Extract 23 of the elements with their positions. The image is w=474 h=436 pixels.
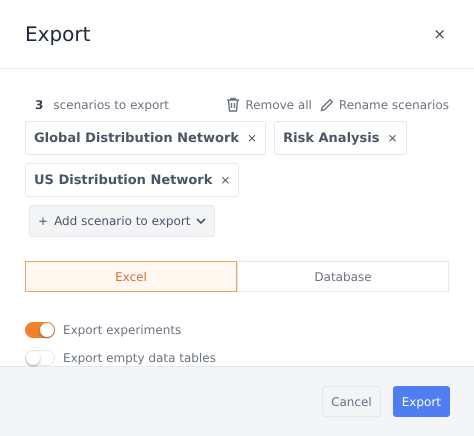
scenario-count: 3 (35, 98, 44, 112)
add-scenario-dropdown[interactable]: + Add scenario to export (29, 205, 216, 238)
scenario-name: Global Distribution Network (34, 130, 240, 146)
chevron-down-icon (196, 218, 206, 225)
close-button[interactable]: × (433, 25, 446, 43)
scenario-name: Risk Analysis (283, 130, 380, 146)
tab[interactable]: Database (237, 261, 449, 292)
toggle-label: Export empty data tables (63, 351, 216, 366)
cancel-button[interactable]: Cancel (322, 386, 381, 417)
remove-all-button[interactable]: Remove all (226, 97, 312, 112)
scenario-name: US Distribution Network (34, 172, 212, 188)
toggle-switch[interactable] (25, 322, 55, 338)
count-label: scenarios to export (53, 98, 169, 112)
trash-icon (226, 97, 240, 112)
dialog-title: Export (25, 22, 90, 46)
export-button[interactable]: Export (392, 386, 450, 417)
remove-button[interactable]: × (247, 131, 258, 146)
remove-button[interactable]: × (387, 131, 398, 146)
pencil-icon (320, 98, 334, 112)
remove-button[interactable]: × (220, 173, 230, 188)
toggle-label: Export experiments (63, 323, 182, 338)
rename-button[interactable]: Rename scenarios (320, 97, 449, 112)
tab[interactable]: Excel (25, 261, 237, 292)
